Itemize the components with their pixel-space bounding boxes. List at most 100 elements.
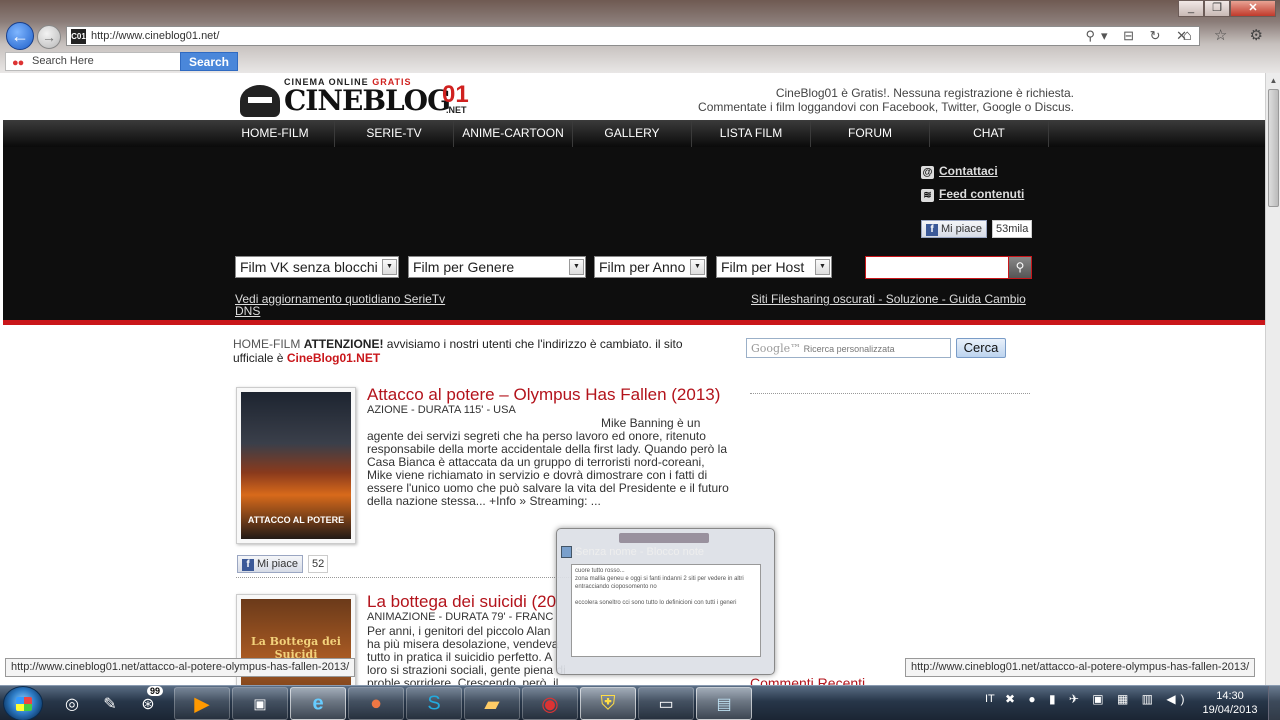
preview-header-bar [619, 533, 709, 543]
page-scrollbar[interactable]: ▲ [1265, 73, 1280, 685]
post-like-label: Mi piace [257, 558, 298, 570]
google-custom-search-input[interactable]: Google™ Ricerca personalizzata [746, 338, 951, 358]
taskbar-app-badge-icon[interactable]: ⊛ 99 [130, 686, 166, 720]
system-clock[interactable]: 14:30 19/04/2013 [1195, 689, 1265, 717]
like-count: 53mila [991, 220, 1033, 238]
close-button[interactable]: ✕ [1230, 0, 1276, 17]
notice-alert: ATTENZIONE! [303, 337, 384, 351]
taskbar-app-window-icon[interactable]: ▣ [232, 687, 288, 720]
nav-lista-film[interactable]: LISTA FILM [692, 120, 811, 147]
movie-title-link[interactable]: Attacco al potere – Olympus Has Fallen (… [367, 385, 720, 405]
logo-tld: .NET [446, 105, 467, 115]
taskbar-notepad-icon[interactable]: ▤ [696, 687, 752, 720]
chevron-down-icon: ▼ [569, 259, 584, 275]
poster-title: ATTACCO AL POTERE [247, 515, 345, 525]
system-tray-icons[interactable]: ✖ ● ▮ ✈ ▣ ▦ ▥ ◀) [1005, 692, 1190, 706]
taskbar-media-player-icon[interactable]: ▶ [174, 687, 230, 720]
language-indicator[interactable]: IT [985, 693, 995, 705]
movie-meta: AZIONE - DURATA 115' - USA [367, 404, 516, 416]
header-note: CineBlog01 è Gratis!. Nessuna registrazi… [698, 86, 1074, 114]
maximize-button[interactable]: ❐ [1204, 0, 1230, 17]
taskbar-app-glove-icon[interactable]: ● [348, 687, 404, 720]
dropdown-anno[interactable]: Film per Anno ▼ [594, 256, 707, 278]
start-button[interactable] [3, 686, 43, 720]
facebook-like-button[interactable]: f Mi piace [921, 220, 987, 238]
taskbar-shield-icon[interactable]: ⛨ [580, 687, 636, 720]
home-favorites-settings-icon[interactable]: ⌂ ☆ ⚙ [1183, 26, 1272, 44]
serie-tv-update-link[interactable]: Vedi aggiornamento quotidiano SerieTv DN… [235, 293, 445, 317]
taskbar-skype-icon[interactable]: S [406, 687, 462, 720]
taskbar-folder-icon[interactable]: ▰ [464, 687, 520, 720]
main-nav-items: HOME-FILM SERIE-TV ANIME-CARTOON GALLERY… [216, 120, 1049, 147]
at-icon: @ [921, 166, 934, 179]
feed-label: Feed contenuti [939, 187, 1025, 201]
scroll-up-icon[interactable]: ▲ [1266, 73, 1280, 88]
toolbar-search: ●● Search Here Search [0, 50, 240, 72]
notification-badge: 99 [146, 686, 163, 696]
sidebar-divider [750, 393, 1030, 394]
post-like-button[interactable]: f Mi piace [237, 555, 303, 573]
search-icon[interactable]: ⚲ [1008, 256, 1032, 279]
toolbar-search-button[interactable]: Search [180, 52, 238, 71]
movie-meta: ANIMAZIONE - DURATA 79' - FRANC [367, 611, 554, 623]
nav-home-film[interactable]: HOME-FILM [216, 120, 335, 147]
taskbar-app-red-circle-icon[interactable]: ◉ [522, 687, 578, 720]
google-label: Google™ [751, 342, 802, 355]
facebook-icon: f [242, 559, 254, 571]
chevron-down-icon: ▼ [382, 259, 397, 275]
commenti-recenti-heading: Commenti Recenti [750, 675, 866, 685]
feed-link[interactable]: ≋ Feed contenuti [921, 187, 1024, 202]
contattaci-label: Contattaci [939, 164, 998, 178]
toolbar-search-input[interactable]: ●● Search Here [5, 52, 181, 71]
browser-chrome: _ ❐ ✕ ← → C01 http://www.cineblog01.net/… [0, 0, 1280, 73]
dropdown-host-value: Film per Host [721, 259, 805, 275]
movie-poster[interactable]: ATTACCO AL POTERE [236, 387, 356, 544]
nav-anime-cartoon[interactable]: ANIME-CARTOON [454, 120, 573, 147]
filesharing-link[interactable]: Siti Filesharing oscurati - Soluzione - … [751, 293, 1026, 305]
status-bar-url-right: http://www.cineblog01.net/attacco-al-pot… [905, 658, 1256, 677]
contattaci-link[interactable]: @ Contattaci [921, 164, 998, 179]
taskbar-app-tools-icon[interactable]: ✎ [92, 687, 128, 720]
nav-gallery[interactable]: GALLERY [573, 120, 692, 147]
nav-forum[interactable]: FORUM [811, 120, 930, 147]
nav-serie-tv[interactable]: SERIE-TV [335, 120, 454, 147]
site-logo[interactable]: CINEMA ONLINE GRATIS CINEBLOG 01 .NET [236, 77, 481, 119]
dropdown-genere[interactable]: Film per Genere ▼ [408, 256, 586, 278]
back-arrow-icon[interactable]: ← [6, 22, 34, 50]
site-favicon-icon: C01 [71, 29, 86, 44]
google-placeholder: Ricerca personalizzata [803, 344, 895, 354]
notice-site-link[interactable]: CineBlog01.NET [287, 351, 380, 365]
movie-title-link[interactable]: La bottega dei suicidi (20 [367, 592, 556, 612]
dropdown-vk-value: Film VK senza blocchi [240, 259, 378, 275]
clock-time: 14:30 [1216, 690, 1244, 702]
taskbar-display-icon[interactable]: ▭ [638, 687, 694, 720]
forward-arrow-icon[interactable]: → [37, 25, 61, 49]
notepad-line: entracciando cioposomento no [575, 584, 657, 590]
dropdown-host[interactable]: Film per Host ▼ [716, 256, 832, 278]
scroll-thumb[interactable] [1268, 89, 1279, 207]
address-bar[interactable]: C01 http://www.cineblog01.net/ ⚲▾ ⊟ ↻ ✕ [66, 26, 1200, 46]
url-text[interactable]: http://www.cineblog01.net/ [91, 30, 219, 42]
like-label: Mi piace [941, 223, 982, 235]
show-desktop-button[interactable] [1268, 686, 1280, 720]
cerca-button[interactable]: Cerca [956, 338, 1006, 358]
movie-description: Per anni, i genitori del piccolo Alan ha… [367, 624, 566, 686]
notepad-preview[interactable]: Senza nome - Blocco note cuore tutto ros… [556, 528, 775, 675]
site-search-input[interactable] [865, 256, 1009, 279]
address-actions-icon[interactable]: ⚲▾ ⊟ ↻ ✕ [1085, 28, 1193, 44]
chevron-down-icon: ▼ [815, 259, 830, 275]
taskbar: ◎ ✎ ⊛ 99 ▶ ▣ e ● S ▰ ◉ ⛨ ▭ ▤ IT ✖ ● ▮ ✈ ▣… [0, 685, 1280, 720]
notepad-preview-title: Senza nome - Blocco note [575, 546, 705, 558]
taskbar-internet-explorer-icon[interactable]: e [290, 687, 346, 720]
nav-chat[interactable]: CHAT [930, 120, 1049, 147]
minimize-button[interactable]: _ [1178, 0, 1204, 17]
taskbar-app-circle-icon[interactable]: ◎ [54, 687, 90, 720]
notepad-line: eccolera soneltro cci sono tutto lo defi… [575, 600, 737, 606]
chevron-down-icon: ▼ [690, 259, 705, 275]
breadcrumb-home[interactable]: HOME-FILM [233, 337, 300, 351]
serie-tv-update-line2: DNS [235, 304, 261, 318]
notepad-icon [561, 546, 572, 558]
movie-description: Mike Banning è un agente dei servizi seg… [367, 417, 733, 508]
header-note-line1: CineBlog01 è Gratis!. Nessuna registrazi… [775, 86, 1074, 100]
dropdown-vk[interactable]: Film VK senza blocchi ▼ [235, 256, 399, 278]
